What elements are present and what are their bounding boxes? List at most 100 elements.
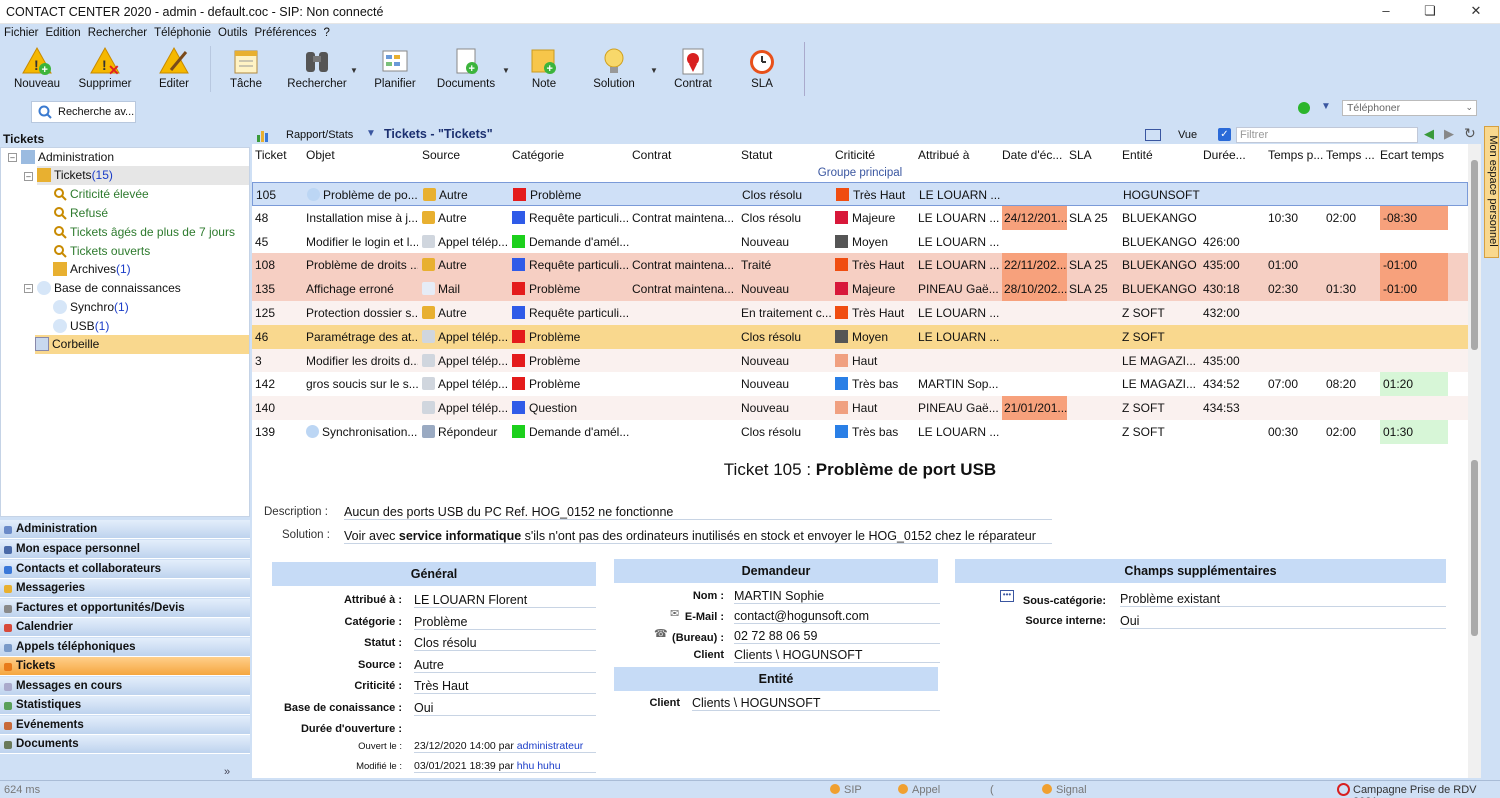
collapse-toggle[interactable]: – [24,284,33,293]
nav-messageries[interactable]: Messageries [0,579,250,598]
ouvert-by-link[interactable]: administrateur [517,740,584,752]
contrat-button[interactable]: Contrat [666,42,720,96]
nav-documents[interactable]: Documents [0,735,250,754]
planifier-button[interactable]: Planifier [368,42,422,96]
cell-entite: BLUEKANGO [1122,206,1200,230]
status-dropdown-icon[interactable]: ▼ [1321,101,1331,112]
column-header[interactable]: Temps p... [1268,148,1323,162]
view-button[interactable]: Vue [1178,129,1197,141]
collapse-toggle[interactable]: – [24,172,33,181]
tree-node-usb[interactable]: USB(1) [53,317,109,336]
scrollbar-thumb[interactable] [1471,160,1478,350]
solution-dropdown-icon[interactable]: ▼ [650,66,658,75]
nav-contacts[interactable]: Contacts et collaborateurs [0,560,250,579]
menu-outils[interactable]: Outils [214,24,250,39]
solution-button[interactable]: Solution [584,42,644,96]
tree-node-synchro[interactable]: Synchro(1) [53,298,129,317]
table-row[interactable]: 45 Modifier le login et l... Appel télép..… [252,229,1468,254]
column-header[interactable]: Durée... [1203,148,1246,162]
nouveau-button[interactable]: ! + Nouveau [8,42,66,96]
rechercher-button[interactable]: Rechercher [286,42,348,96]
table-row[interactable]: 140 Appel télép... Question Nouveau Haut PINE… [252,396,1468,421]
sla-button[interactable]: SLA [736,42,788,96]
nav-factures[interactable]: Factures et opportunités/Devis [0,599,250,618]
table-row[interactable]: 125 Protection dossier s... Autre Requête p… [252,301,1468,325]
refresh-icon[interactable]: ↻ [1464,125,1476,142]
close-button[interactable]: ✕ [1462,3,1490,21]
table-row[interactable]: 46 Paramétrage des at... Appel télép... Pro… [252,324,1468,349]
column-header[interactable]: Catégorie [512,148,564,162]
tree-node-tickets-ouverts[interactable]: Tickets ouverts [53,242,150,261]
column-header[interactable]: Ecart temps [1380,148,1444,162]
report-dropdown-icon[interactable]: ▼ [366,128,376,139]
nav-calendrier[interactable]: Calendrier [0,618,250,637]
column-header[interactable]: Statut [741,148,772,162]
documents-dropdown-icon[interactable]: ▼ [502,66,510,75]
documents-button[interactable]: + Documents [432,42,500,96]
maximize-button[interactable]: ❏ [1416,3,1444,21]
menu-fichier[interactable]: Fichier [0,24,42,39]
phone-select[interactable]: Téléphoner ⌄ [1342,100,1477,116]
nav-mon-espace-personnel[interactable]: Mon espace personnel [0,540,250,559]
column-header[interactable]: SLA [1069,148,1092,162]
menu-telephonie[interactable]: Téléphonie [150,24,214,39]
advanced-search-button[interactable]: Recherche av... [31,101,136,123]
tree-node-archives[interactable]: Archives(1) [53,260,131,279]
column-header[interactable]: Ticket [255,148,287,162]
forward-arrow-icon[interactable]: ▶ [1444,126,1454,142]
mon-espace-tab[interactable]: Mon espace personnel [1484,126,1499,258]
menu-edition[interactable]: Edition [42,24,84,39]
detail-scrollbar[interactable] [1468,444,1481,778]
table-row[interactable]: 108 Problème de droits ... Autre Requête pa… [252,253,1468,278]
filter-input[interactable]: Filtrer [1236,127,1418,143]
table-row[interactable]: 142 gros soucis sur le s... Appel télép...… [252,372,1468,397]
column-header[interactable]: Objet [306,148,335,162]
back-arrow-icon[interactable]: ◀ [1424,126,1434,142]
table-row[interactable]: 139 Synchronisation... Répondeur Demande d'… [252,420,1468,444]
nav-statistiques[interactable]: Statistiques [0,696,250,715]
nav-tickets[interactable]: Tickets [0,657,250,676]
tache-button[interactable]: Tâche [220,42,272,96]
column-header[interactable]: Criticité [835,148,875,162]
column-header[interactable]: Temps ... [1326,148,1375,162]
nav-evenements[interactable]: Evénements [0,716,250,735]
modifie-by-link[interactable]: hhu huhu [517,760,561,772]
table-row[interactable]: 48 Installation mise à j... Autre Requête p… [252,205,1468,230]
collapse-toggle[interactable]: – [8,153,17,162]
supprimer-button[interactable]: ! ✕ Supprimer [74,42,136,96]
menu-preferences[interactable]: Préférences [250,24,319,39]
nav-appels[interactable]: Appels téléphoniques [0,638,250,657]
report-stats-button[interactable]: Rapport/Stats [286,129,353,141]
expand-nav-icon[interactable]: » [224,766,230,778]
campaign-status[interactable]: Campagne Prise de RDV 2021 [1353,784,1500,798]
editer-button[interactable]: Editer [148,42,200,96]
email-value[interactable]: contact@hogunsoft.com [734,609,940,624]
tree-node-base-connaissances[interactable]: Base de connaissances [37,279,181,298]
minimize-button[interactable]: – [1372,3,1400,21]
column-header[interactable]: Source [422,148,460,162]
tree-node-tickets[interactable]: Tickets(15) [37,166,249,185]
column-header[interactable]: Date d'éc... [1002,148,1062,162]
message-icon [4,683,12,691]
table-row[interactable]: 105 Problème de po... Autre Problème Clos ré… [252,182,1468,206]
filter-checkbox[interactable]: ✓ [1218,128,1231,141]
nav-administration[interactable]: Administration [0,520,250,539]
tree-node-corbeille[interactable]: Corbeille [35,335,249,354]
column-header[interactable]: Entité [1122,148,1153,162]
menu-rechercher[interactable]: Rechercher [84,24,150,39]
grid-scrollbar[interactable] [1468,144,1481,444]
telephone-value[interactable]: 02 72 88 06 59 [734,629,940,644]
column-header[interactable]: Attribué à [918,148,969,162]
table-row[interactable]: 3 Modifier les droits d... Appel télép... P… [252,348,1468,373]
menu-help[interactable]: ? [319,24,332,39]
rechercher-dropdown-icon[interactable]: ▼ [350,66,358,75]
tree-node-tickets-ages[interactable]: Tickets âgés de plus de 7 jours [53,223,235,242]
tree-node-administration[interactable]: Administration [21,148,114,167]
tree-node-criticite-elevee[interactable]: Criticité élevée [53,185,149,204]
table-row[interactable]: 135 Affichage erroné Mail Problème Contrat m… [252,277,1468,302]
scrollbar-thumb[interactable] [1471,460,1478,636]
note-button[interactable]: + Note [518,42,570,96]
column-header[interactable]: Contrat [632,148,671,162]
tree-node-refuse[interactable]: Refusé [53,204,108,223]
nav-messages-en-cours[interactable]: Messages en cours [0,677,250,696]
